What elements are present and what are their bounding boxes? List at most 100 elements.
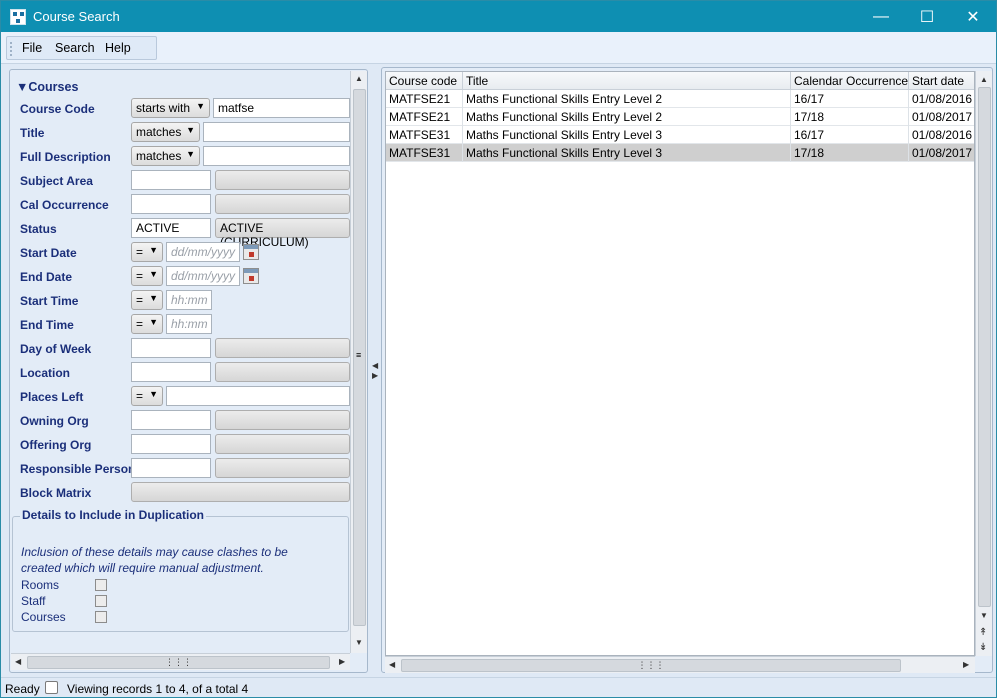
filter-vertical-scrollbar[interactable]: ▲ ≡ ▼ bbox=[350, 71, 367, 653]
owning-org-input[interactable] bbox=[131, 410, 211, 430]
field-label-course-code: Course Code bbox=[20, 102, 95, 116]
end-date-input[interactable]: dd/mm/yyyy bbox=[166, 266, 240, 286]
status-checkbox[interactable] bbox=[45, 681, 58, 694]
scroll-thumb[interactable]: ⋮⋮⋮ bbox=[401, 659, 901, 672]
calendar-icon[interactable] bbox=[243, 244, 259, 260]
offering-org-lookup-button[interactable] bbox=[215, 434, 350, 454]
menu-file[interactable]: File bbox=[22, 41, 42, 55]
menu-search[interactable]: Search bbox=[55, 41, 95, 55]
offering-org-input[interactable] bbox=[131, 434, 211, 454]
scroll-left-arrow-icon[interactable]: ◀ bbox=[15, 657, 21, 666]
menu-bar: File Search Help bbox=[6, 36, 157, 60]
cal-occurrence-input[interactable] bbox=[131, 194, 211, 214]
scroll-left-arrow-icon[interactable]: ◀ bbox=[389, 660, 395, 669]
start-date-input[interactable]: dd/mm/yyyy bbox=[166, 242, 240, 262]
cell-title: Maths Functional Skills Entry Level 2 bbox=[463, 90, 791, 108]
table-row[interactable]: MATFSE31 Maths Functional Skills Entry Le… bbox=[386, 144, 974, 162]
field-label-title: Title bbox=[20, 126, 45, 140]
menu-help[interactable]: Help bbox=[105, 41, 131, 55]
scroll-thumb[interactable]: ⋮⋮⋮ bbox=[27, 656, 330, 669]
minimize-icon[interactable]: — bbox=[858, 1, 904, 32]
scroll-thumb[interactable]: ≡ bbox=[353, 89, 366, 626]
maximize-icon[interactable]: ☐ bbox=[904, 1, 950, 32]
field-label-cal-occurrence: Cal Occurrence bbox=[20, 198, 109, 212]
results-horizontal-scrollbar[interactable]: ◀ ⋮⋮⋮ ▶ bbox=[385, 656, 975, 673]
chevron-down-icon: ▼ bbox=[149, 245, 158, 255]
start-date-operator-select[interactable]: = ▼ bbox=[131, 242, 163, 262]
title-operator-select[interactable]: matches ▼ bbox=[131, 122, 200, 142]
location-input[interactable] bbox=[131, 362, 211, 382]
scroll-up-arrow-icon[interactable]: ▲ bbox=[355, 74, 363, 83]
panel-splitter[interactable]: ◀ ▶ bbox=[370, 69, 379, 673]
full-description-operator-select[interactable]: matches ▼ bbox=[131, 146, 200, 166]
close-icon[interactable]: ✕ bbox=[950, 1, 996, 32]
responsible-person-lookup-button[interactable] bbox=[215, 458, 350, 478]
day-of-week-lookup-button[interactable] bbox=[215, 338, 350, 358]
cell-start-date: 01/08/2016 bbox=[909, 126, 974, 144]
title-bar[interactable]: Course Search — ☐ ✕ bbox=[1, 1, 996, 32]
scroll-up-arrow-icon[interactable]: ▲ bbox=[980, 75, 988, 84]
places-left-operator-value: = bbox=[136, 389, 144, 403]
rooms-checkbox[interactable] bbox=[95, 579, 107, 591]
column-header-calendar-occurrence[interactable]: Calendar Occurrence bbox=[791, 72, 909, 90]
column-header-start-date[interactable]: Start date bbox=[909, 72, 974, 90]
block-matrix-lookup-button[interactable] bbox=[131, 482, 350, 502]
field-label-full-description: Full Description bbox=[20, 150, 111, 164]
subject-area-lookup-button[interactable] bbox=[215, 170, 350, 190]
day-of-week-input[interactable] bbox=[131, 338, 211, 358]
full-description-operator-value: matches bbox=[136, 149, 182, 163]
title-input[interactable] bbox=[203, 122, 350, 142]
results-vertical-scrollbar[interactable]: ▲ ▼ ↟ ↡ bbox=[975, 71, 992, 656]
end-time-input[interactable]: hh:mm bbox=[166, 314, 212, 334]
courses-checkbox[interactable] bbox=[95, 611, 107, 623]
scroll-right-arrow-icon[interactable]: ▶ bbox=[963, 660, 969, 669]
grip-icon[interactable] bbox=[10, 42, 12, 56]
collapse-left-icon[interactable]: ◀ bbox=[372, 361, 378, 370]
results-panel: Course code Title Calendar Occurrence St… bbox=[381, 67, 993, 673]
course-code-input[interactable]: matfse bbox=[213, 98, 350, 118]
courses-section-header[interactable]: ▼Courses bbox=[16, 80, 78, 94]
column-header-course-code[interactable]: Course code bbox=[386, 72, 463, 90]
cell-start-date: 01/08/2017 bbox=[909, 108, 974, 126]
scroll-top-icon[interactable]: ↟ bbox=[979, 627, 987, 638]
course-code-operator-select[interactable]: starts with ▼ bbox=[131, 98, 210, 118]
end-date-operator-select[interactable]: = ▼ bbox=[131, 266, 163, 286]
cell-start-date: 01/08/2016 bbox=[909, 90, 974, 108]
calendar-icon[interactable] bbox=[243, 268, 259, 284]
results-header: Course code Title Calendar Occurrence St… bbox=[386, 72, 974, 90]
status-input[interactable]: ACTIVE bbox=[131, 218, 211, 238]
end-time-operator-select[interactable]: = ▼ bbox=[131, 314, 163, 334]
scroll-right-arrow-icon[interactable]: ▶ bbox=[339, 657, 345, 666]
table-row[interactable]: MATFSE31 Maths Functional Skills Entry Le… bbox=[386, 126, 974, 144]
staff-checkbox[interactable] bbox=[95, 595, 107, 607]
scroll-thumb[interactable] bbox=[978, 87, 991, 607]
owning-org-lookup-button[interactable] bbox=[215, 410, 350, 430]
column-header-title[interactable]: Title bbox=[463, 72, 791, 90]
scroll-bottom-icon[interactable]: ↡ bbox=[979, 642, 987, 653]
responsible-person-input[interactable] bbox=[131, 458, 211, 478]
cell-title: Maths Functional Skills Entry Level 3 bbox=[463, 144, 791, 162]
places-left-input[interactable] bbox=[166, 386, 350, 406]
field-label-start-time: Start Time bbox=[20, 294, 79, 308]
field-label-location: Location bbox=[20, 366, 70, 380]
field-label-day-of-week: Day of Week bbox=[20, 342, 92, 356]
chevron-down-icon: ▼ bbox=[196, 101, 205, 111]
places-left-operator-select[interactable]: = ▼ bbox=[131, 386, 163, 406]
scroll-down-arrow-icon[interactable]: ▼ bbox=[980, 611, 988, 620]
subject-area-input[interactable] bbox=[131, 170, 211, 190]
start-time-operator-select[interactable]: = ▼ bbox=[131, 290, 163, 310]
filter-horizontal-scrollbar[interactable]: ◀ ⋮⋮⋮ ▶ bbox=[11, 653, 350, 670]
cell-calendar-occurrence: 17/18 bbox=[791, 144, 909, 162]
start-date-operator-value: = bbox=[136, 245, 144, 259]
status-lookup-button[interactable]: ACTIVE (CURRICULUM) bbox=[215, 218, 350, 249]
end-time-operator-value: = bbox=[136, 317, 144, 331]
table-row[interactable]: MATFSE21 Maths Functional Skills Entry Le… bbox=[386, 90, 974, 108]
location-lookup-button[interactable] bbox=[215, 362, 350, 382]
expand-right-icon[interactable]: ▶ bbox=[372, 371, 378, 380]
field-label-subject-area: Subject Area bbox=[20, 174, 93, 188]
start-time-input[interactable]: hh:mm bbox=[166, 290, 212, 310]
cal-occurrence-lookup-button[interactable] bbox=[215, 194, 350, 214]
full-description-input[interactable] bbox=[203, 146, 350, 166]
table-row[interactable]: MATFSE21 Maths Functional Skills Entry Le… bbox=[386, 108, 974, 126]
scroll-down-arrow-icon[interactable]: ▼ bbox=[355, 638, 363, 647]
